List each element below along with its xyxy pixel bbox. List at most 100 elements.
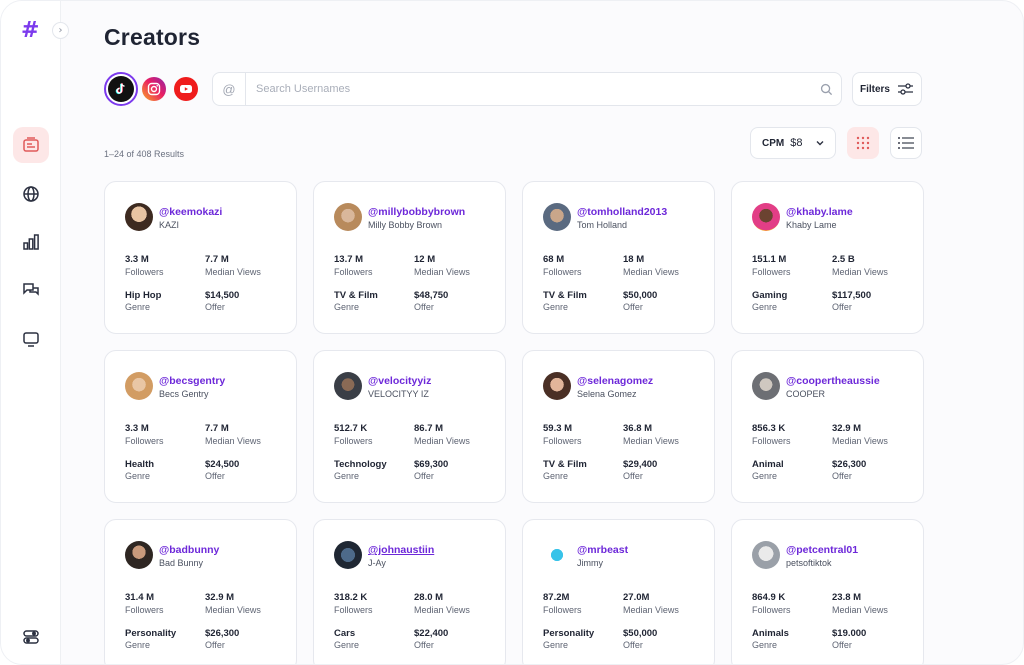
creator-card[interactable]: @becsgentry Becs Gentry 3.3 M Followers 7.7 … — [104, 350, 297, 503]
median-views-value: 7.7 M — [205, 254, 229, 265]
median-views-value: 18 M — [623, 254, 645, 265]
grid-view-button[interactable] — [847, 127, 879, 159]
sliders-icon — [898, 83, 913, 95]
offer-value: $26,300 — [205, 628, 240, 639]
filters-label: Filters — [859, 83, 890, 95]
creator-handle[interactable]: @johnaustiin — [368, 544, 434, 556]
nav-discover[interactable] — [13, 176, 49, 212]
offer-value: $22,400 — [414, 628, 449, 639]
genre-value: Technology — [334, 459, 387, 470]
creator-display-name: J-Ay — [368, 558, 386, 568]
platform-instagram[interactable] — [142, 77, 166, 101]
median-views-label: Median Views — [832, 267, 888, 277]
cpm-dropdown[interactable]: CPM $8 — [750, 127, 836, 159]
median-views-value: 12 M — [414, 254, 436, 265]
median-views-label: Median Views — [832, 436, 888, 446]
genre-value: Hip Hop — [125, 290, 162, 301]
creator-card[interactable]: @mrbeast Jimmy 87.2M Followers 27.0M Median V… — [522, 519, 715, 664]
nav-creators[interactable] — [13, 127, 49, 163]
followers-label: Followers — [125, 267, 164, 277]
followers-value: 87.2M — [543, 592, 570, 603]
genre-label: Genre — [752, 471, 778, 481]
followers-value: 13.7 M — [334, 254, 364, 265]
offer-label: Offer — [205, 471, 225, 481]
creator-card[interactable]: @coopertheaussie COOPER 856.3 K Followers 32… — [731, 350, 924, 503]
median-views-value: 23.8 M — [832, 592, 862, 603]
grid-dots-icon — [856, 136, 870, 150]
median-views-value: 2.5 B — [832, 254, 855, 265]
at-icon: @ — [213, 73, 246, 105]
creator-card[interactable]: @badbunny Bad Bunny 31.4 M Followers 32.9 M M… — [104, 519, 297, 664]
followers-label: Followers — [752, 605, 791, 615]
creator-handle[interactable]: @keemokazi — [159, 206, 222, 218]
genre-label: Genre — [334, 640, 360, 650]
collapse-sidebar-button[interactable]: › — [52, 22, 69, 39]
filters-button[interactable]: Filters — [852, 72, 922, 106]
monitor-icon — [23, 332, 39, 347]
avatar — [543, 541, 571, 569]
median-views-value: 36.8 M — [623, 423, 653, 434]
followers-label: Followers — [543, 267, 582, 277]
search-icon[interactable] — [811, 83, 841, 96]
offer-label: Offer — [414, 640, 434, 650]
genre-label: Genre — [125, 640, 151, 650]
creator-card[interactable]: @millybobbybrown Milly Bobby Brown 13.7 M F… — [313, 181, 506, 334]
search-input[interactable] — [246, 74, 811, 104]
creator-handle[interactable]: @coopertheaussie — [786, 375, 880, 387]
creator-handle[interactable]: @selenagomez — [577, 375, 653, 387]
genre-value: Animals — [752, 628, 789, 639]
offer-label: Offer — [414, 302, 434, 312]
median-views-label: Median Views — [623, 267, 679, 277]
creator-handle[interactable]: @tomholland2013 — [577, 206, 667, 218]
creator-card[interactable]: @johnaustiin J-Ay 318.2 K Followers 28.0 M Me… — [313, 519, 506, 664]
offer-label: Offer — [623, 302, 643, 312]
genre-label: Genre — [125, 302, 151, 312]
nav-settings[interactable] — [13, 619, 49, 655]
creator-card[interactable]: @khaby.lame Khaby Lame 151.1 M Followers 2.5… — [731, 181, 924, 334]
creator-handle[interactable]: @petcentral01 — [786, 544, 858, 556]
creator-handle[interactable]: @mrbeast — [577, 544, 628, 556]
logo[interactable]: # — [21, 18, 39, 43]
offer-label: Offer — [832, 302, 852, 312]
creator-card[interactable]: @petcentral01 petsoftiktok 864.9 K Follower… — [731, 519, 924, 664]
offer-value: $14,500 — [205, 290, 240, 301]
followers-label: Followers — [334, 267, 373, 277]
genre-label: Genre — [752, 640, 778, 650]
creator-display-name: Jimmy — [577, 558, 603, 568]
median-views-value: 7.7 M — [205, 423, 229, 434]
avatar — [752, 372, 780, 400]
tiktok-icon — [108, 76, 134, 102]
genre-label: Genre — [543, 640, 569, 650]
creator-handle[interactable]: @khaby.lame — [786, 206, 853, 218]
creator-card[interactable]: @selenagomez Selena Gomez 59.3 M Followers 3… — [522, 350, 715, 503]
nav-monitor[interactable] — [13, 321, 49, 357]
creator-card[interactable]: @tomholland2013 Tom Holland 68 M Followers 1… — [522, 181, 715, 334]
creator-handle[interactable]: @becsgentry — [159, 375, 225, 387]
creator-card[interactable]: @keemokazi KAZI 3.3 M Followers 7.7 M Median … — [104, 181, 297, 334]
followers-label: Followers — [752, 267, 791, 277]
offer-label: Offer — [414, 471, 434, 481]
platform-youtube[interactable] — [174, 77, 198, 101]
creator-handle[interactable]: @millybobbybrown — [368, 206, 465, 218]
creator-handle[interactable]: @velocityyiz — [368, 375, 431, 387]
offer-value: $29,400 — [623, 459, 658, 470]
sidebar: # — [1, 1, 61, 664]
followers-value: 3.3 M — [125, 254, 149, 265]
followers-value: 318.2 K — [334, 592, 368, 603]
nav-analytics[interactable] — [13, 224, 49, 260]
creator-handle[interactable]: @badbunny — [159, 544, 219, 556]
list-view-button[interactable] — [890, 127, 922, 159]
median-views-label: Median Views — [832, 605, 888, 615]
offer-value: $117,500 — [832, 290, 872, 301]
genre-value: Animal — [752, 459, 784, 470]
chat-icon — [23, 283, 39, 296]
platform-tiktok[interactable] — [104, 72, 138, 106]
nav-messages[interactable] — [13, 272, 49, 308]
offer-label: Offer — [205, 302, 225, 312]
page-title: Creators — [104, 24, 201, 50]
creator-card[interactable]: @velocityyiz VELOCITYY IZ 512.7 K Followers… — [313, 350, 506, 503]
creator-display-name: Khaby Lame — [786, 220, 837, 230]
offer-label: Offer — [832, 640, 852, 650]
search-bar: @ — [212, 72, 842, 106]
followers-label: Followers — [543, 605, 582, 615]
